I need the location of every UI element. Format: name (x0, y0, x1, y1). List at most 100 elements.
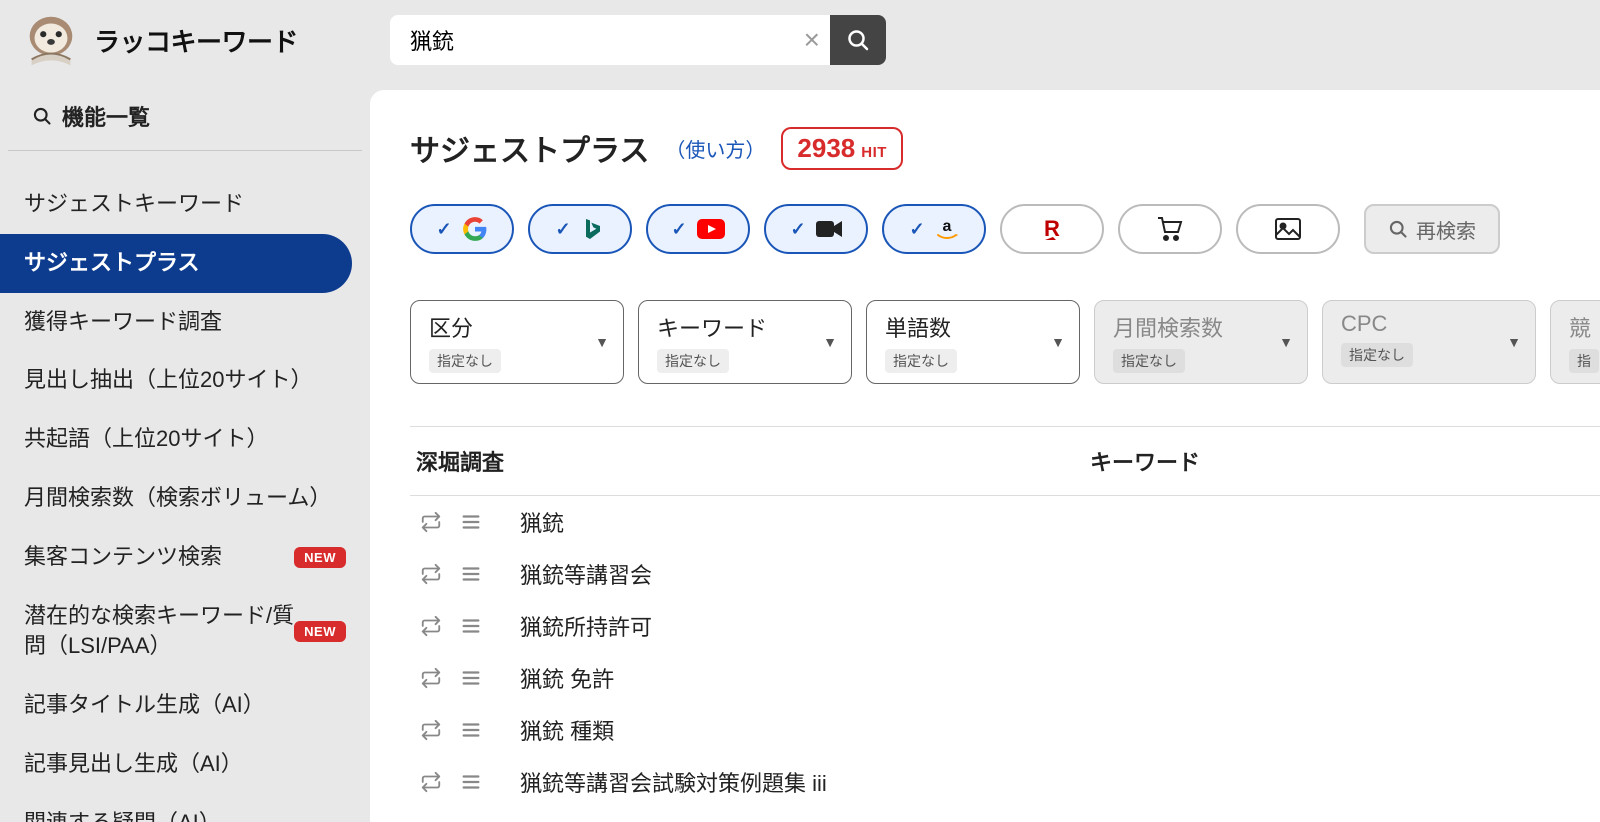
sidebar-item-3[interactable]: 見出し抽出（上位20サイト） (0, 351, 370, 410)
sidebar-item-label: 共起語（上位20サイト） (24, 424, 346, 455)
menu-icon[interactable] (460, 771, 482, 793)
sidebar-item-2[interactable]: 獲得キーワード調査 (0, 293, 370, 352)
sidebar-item-label: サジェストキーワード (24, 189, 346, 220)
svg-text:R: R (1044, 216, 1060, 241)
source-row: ✓ ✓ ✓ ✓ ✓a R 再検索 (410, 204, 1600, 254)
table-row: 猟銃 種類 (410, 704, 1600, 756)
filter-label: 区分 (429, 311, 605, 343)
retweet-icon[interactable] (420, 771, 442, 793)
filter-4: CPC指定なし▼ (1322, 300, 1536, 384)
top-bar: ラッコキーワード × (0, 0, 1600, 80)
page-header: サジェストプラス （使い方） 2938 HIT (410, 126, 1600, 170)
source-google[interactable]: ✓ (410, 204, 514, 254)
col-deep-research: 深堀調査 (410, 445, 1090, 477)
menu-icon[interactable] (460, 615, 482, 637)
clear-search-button[interactable]: × (804, 26, 820, 54)
retweet-icon[interactable] (420, 511, 442, 533)
search-form: × (390, 15, 886, 65)
sidebar-item-label: サジェストプラス (24, 248, 328, 279)
check-icon: ✓ (555, 219, 570, 240)
retweet-icon[interactable] (420, 719, 442, 741)
source-amazon[interactable]: ✓a (882, 204, 986, 254)
table-row: 猟銃 免許 (410, 652, 1600, 704)
source-image[interactable] (1236, 204, 1340, 254)
menu-icon[interactable] (460, 719, 482, 741)
source-bing[interactable]: ✓ (528, 204, 632, 254)
sidebar-item-label: 集客コンテンツ検索 (24, 542, 294, 573)
video-icon (816, 219, 842, 239)
search-button[interactable] (830, 15, 886, 65)
new-badge: NEW (294, 547, 346, 568)
functions-heading: 機能一覧 (8, 100, 362, 151)
filter-value: 指 (1569, 349, 1599, 373)
sidebar-item-label: 関連する疑問（AI） (24, 808, 346, 822)
table-row: 猟銃 (410, 496, 1600, 548)
filter-value: 指定なし (1341, 343, 1413, 367)
logo-area[interactable]: ラッコキーワード (20, 9, 370, 71)
search-input[interactable] (390, 27, 830, 53)
col-keyword: キーワード (1090, 445, 1600, 477)
sidebar: 機能一覧 サジェストキーワードサジェストプラス獲得キーワード調査見出し抽出（上位… (0, 80, 370, 822)
sidebar-item-label: 潜在的な検索キーワード/質問（LSI/PAA） (24, 601, 294, 663)
filter-0[interactable]: 区分指定なし▼ (410, 300, 624, 384)
retweet-icon[interactable] (420, 615, 442, 637)
filter-5: 競指▼ (1550, 300, 1600, 384)
source-video[interactable]: ✓ (764, 204, 868, 254)
check-icon: ✓ (436, 219, 451, 240)
table-row: 猟銃等講習会 (410, 548, 1600, 600)
sidebar-item-label: 記事見出し生成（AI） (24, 749, 346, 780)
menu-icon[interactable] (460, 667, 482, 689)
keyword-text: 猟銃所持許可 (520, 610, 1600, 642)
main-content: サジェストプラス （使い方） 2938 HIT ✓✓✓✓✓aR再検索 区分指定な… (370, 90, 1600, 822)
bing-icon (581, 217, 605, 241)
sidebar-item-6[interactable]: 集客コンテンツ検索NEW (0, 528, 370, 587)
chevron-down-icon: ▼ (1051, 334, 1065, 350)
chevron-down-icon: ▼ (823, 334, 837, 350)
image-icon (1275, 218, 1301, 240)
page-title: サジェストプラス (410, 126, 649, 170)
source-youtube[interactable]: ✓ (646, 204, 750, 254)
table-row: 猟銃等講習会試験対策例題集 iii (410, 756, 1600, 808)
sidebar-item-10[interactable]: 関連する疑問（AI） (0, 794, 370, 822)
keyword-text: 猟銃等講習会試験対策例題集 iii (520, 766, 1600, 798)
sidebar-item-1[interactable]: サジェストプラス (0, 234, 352, 293)
check-icon: ✓ (790, 219, 805, 240)
rakuten-icon: R (1039, 216, 1065, 242)
chevron-down-icon: ▼ (1507, 334, 1521, 350)
keyword-text: 猟銃 免許 (520, 662, 1600, 694)
filter-value: 指定なし (1113, 349, 1185, 373)
retweet-icon[interactable] (420, 667, 442, 689)
brand-text: ラッコキーワード (94, 22, 298, 59)
sidebar-item-4[interactable]: 共起語（上位20サイト） (0, 410, 370, 469)
sidebar-item-8[interactable]: 記事タイトル生成（AI） (0, 676, 370, 735)
sidebar-item-0[interactable]: サジェストキーワード (0, 175, 370, 234)
sidebar-item-label: 獲得キーワード調査 (24, 307, 346, 338)
retweet-icon[interactable] (420, 563, 442, 585)
chevron-down-icon: ▼ (595, 334, 609, 350)
svg-text:a: a (942, 218, 951, 235)
youtube-icon (697, 219, 725, 239)
filter-2[interactable]: 単語数指定なし▼ (866, 300, 1080, 384)
research-button[interactable]: 再検索 (1364, 204, 1500, 254)
filter-value: 指定なし (657, 349, 729, 373)
amazon-icon: a (935, 217, 959, 241)
usage-link[interactable]: （使い方） (665, 134, 765, 163)
sidebar-item-label: 記事タイトル生成（AI） (24, 690, 346, 721)
otter-logo-icon (20, 9, 82, 71)
hit-badge: 2938 HIT (781, 127, 903, 170)
filters-row: 区分指定なし▼キーワード指定なし▼単語数指定なし▼月間検索数指定なし▼CPC指定… (410, 300, 1600, 384)
sidebar-item-7[interactable]: 潜在的な検索キーワード/質問（LSI/PAA）NEW (0, 587, 370, 677)
filter-label: 月間検索数 (1113, 311, 1289, 343)
menu-icon[interactable] (460, 511, 482, 533)
google-icon (462, 216, 488, 242)
filter-label: キーワード (657, 311, 833, 343)
menu-icon[interactable] (460, 563, 482, 585)
sidebar-item-9[interactable]: 記事見出し生成（AI） (0, 735, 370, 794)
source-shopping[interactable] (1118, 204, 1222, 254)
source-rakuten[interactable]: R (1000, 204, 1104, 254)
filter-1[interactable]: キーワード指定なし ▼ (638, 300, 852, 384)
filter-value: 指定なし (885, 349, 957, 373)
sidebar-item-5[interactable]: 月間検索数（検索ボリューム） (0, 469, 370, 528)
table-body: 猟銃猟銃等講習会猟銃所持許可猟銃 免許猟銃 種類猟銃等講習会試験対策例題集 ii… (410, 496, 1600, 808)
filter-label: 競 (1569, 311, 1600, 343)
